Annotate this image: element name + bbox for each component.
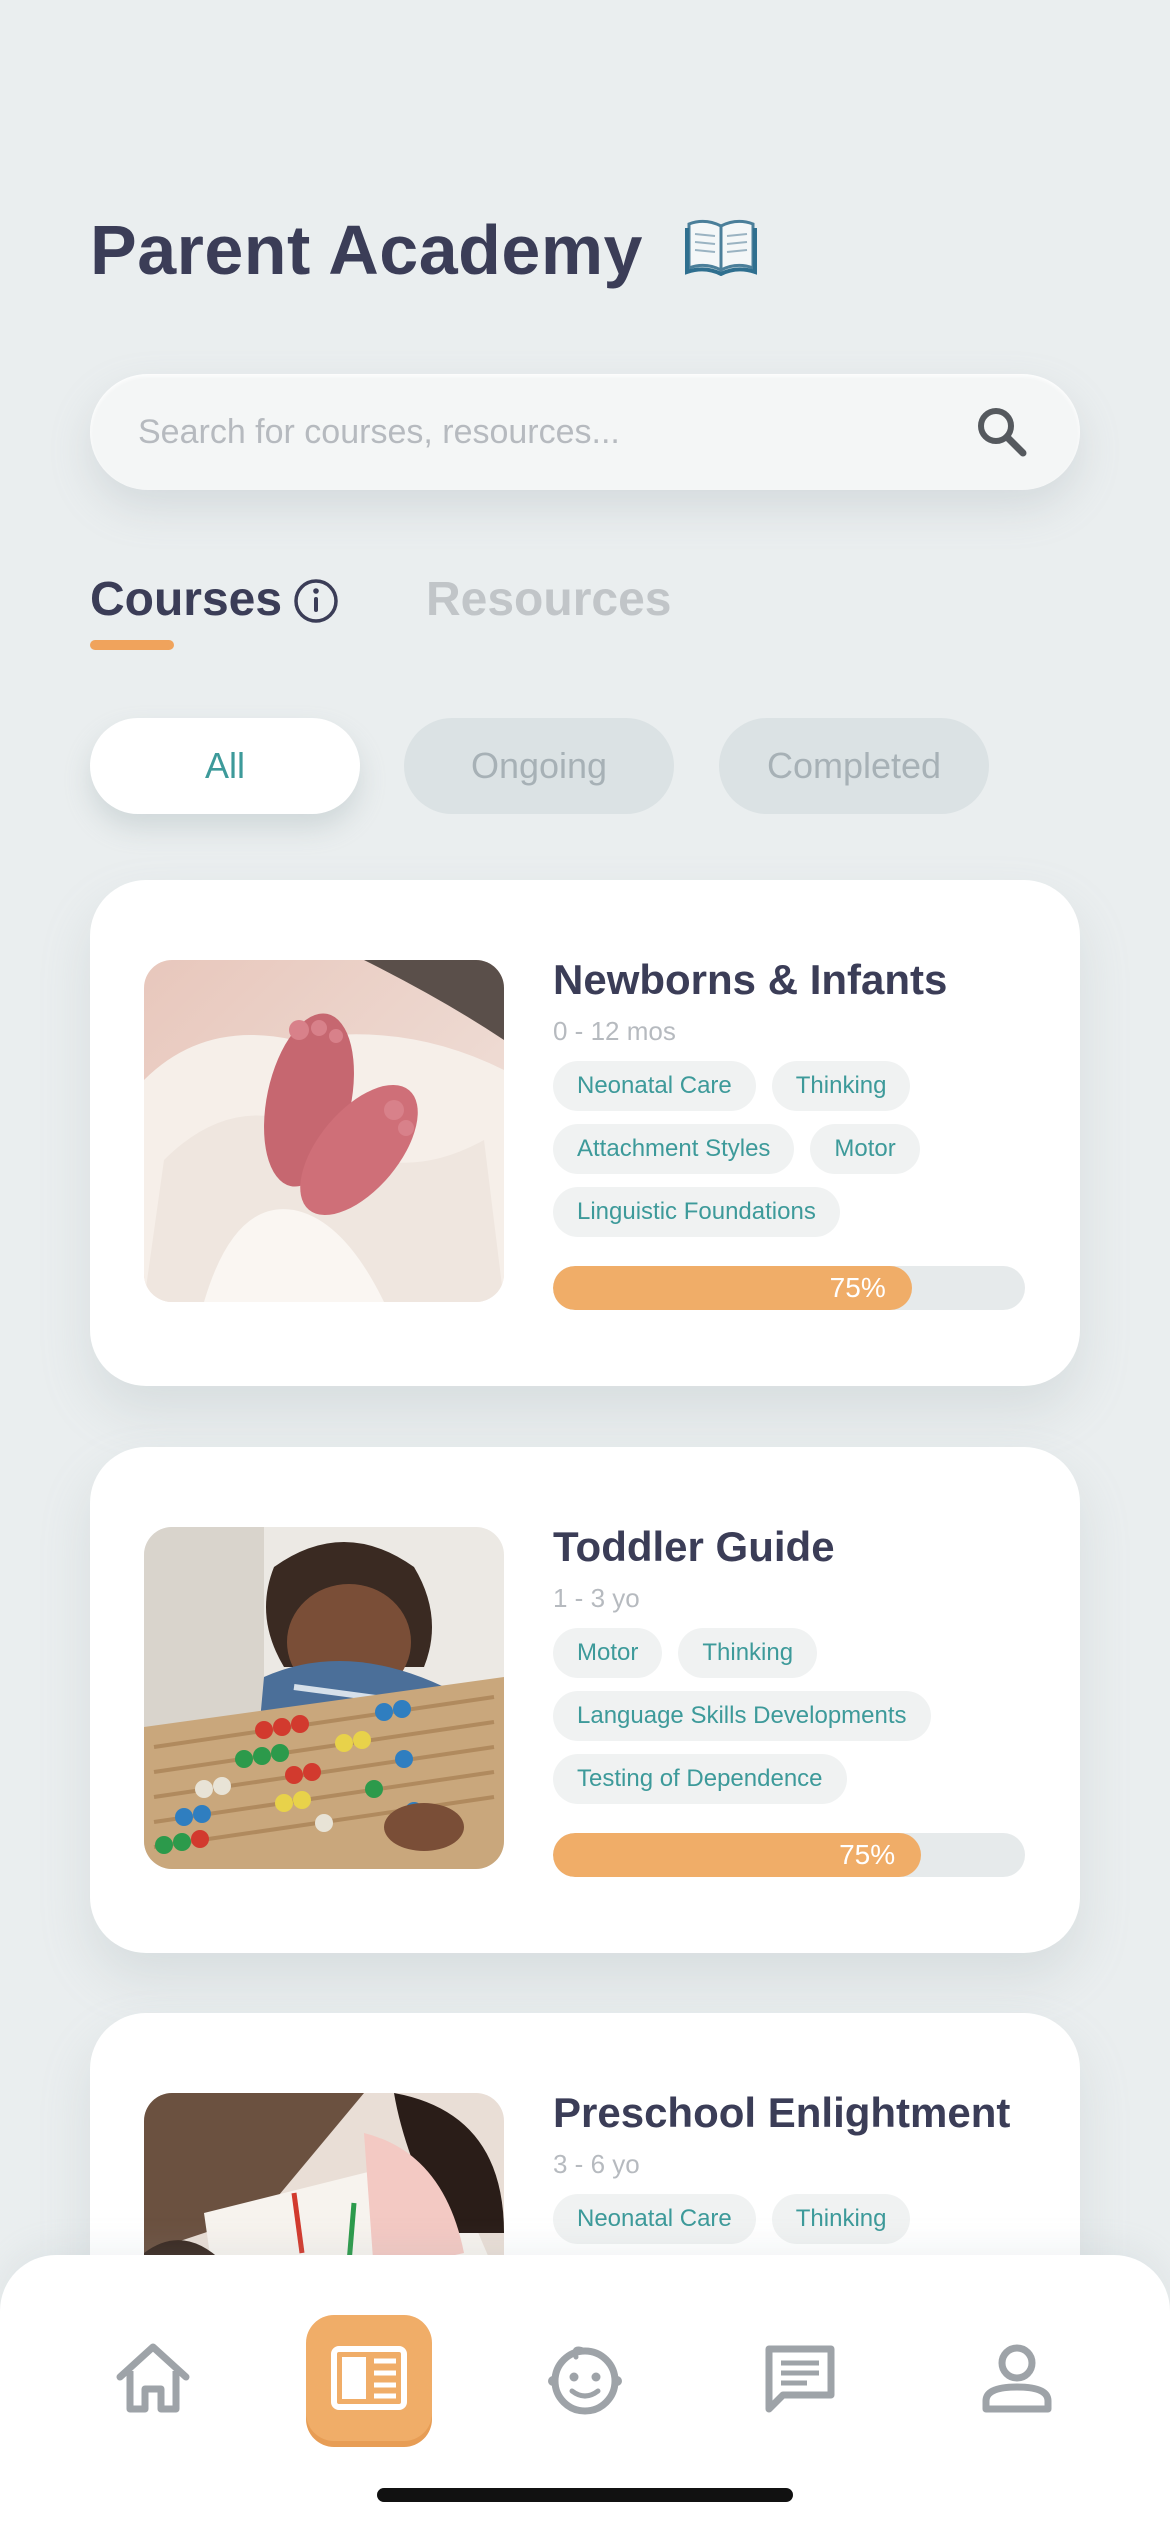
course-tag[interactable]: Thinking [678, 1628, 818, 1678]
course-tag[interactable]: Linguistic Foundations [553, 1187, 840, 1237]
open-book-emoji [685, 219, 757, 276]
filter-all[interactable]: All [90, 718, 360, 814]
tag-row: Linguistic Foundations [553, 1187, 840, 1237]
course-age-range: 1 - 3 yo [553, 1583, 640, 1613]
course-tag[interactable]: Motor [553, 1628, 663, 1678]
active-tab-indicator [90, 640, 174, 650]
course-card-newborns[interactable]: Newborns & Infants 0 - 12 mos Neonatal C… [90, 880, 1080, 1386]
course-title: Newborns & Infants [553, 956, 948, 1003]
nav-child[interactable] [522, 2315, 648, 2441]
nav-messages[interactable] [737, 2315, 863, 2441]
home-icon [116, 2343, 190, 2413]
nav-profile[interactable] [954, 2315, 1080, 2441]
tag-row: Language Skills Developments [553, 1691, 931, 1741]
course-tag[interactable]: Thinking [771, 2194, 911, 2244]
tag-row: Neonatal Care Thinking [553, 1061, 911, 1111]
course-tag[interactable]: Neonatal Care [553, 1061, 756, 1111]
course-age-range: 0 - 12 mos [553, 1016, 676, 1046]
tag-row: Motor Thinking [553, 1628, 818, 1678]
child-face-icon [548, 2346, 622, 2415]
search-input[interactable] [138, 412, 972, 452]
filter-ongoing[interactable]: Ongoing [404, 718, 674, 814]
chat-icon [765, 2345, 835, 2413]
progress-label: 75% [829, 1272, 886, 1303]
nav-courses[interactable] [306, 2315, 432, 2441]
tag-row: Attachment Styles Motor [553, 1124, 920, 1174]
courses-icon [331, 2346, 407, 2410]
progress-fill: 75% [553, 1266, 912, 1310]
course-tag[interactable]: Testing of Dependence [553, 1754, 847, 1804]
course-tag[interactable]: Motor [810, 1124, 920, 1174]
toddler-abacus-photo [144, 1527, 504, 1869]
progress-fill: 75% [553, 1833, 922, 1877]
course-tag[interactable]: Attachment Styles [553, 1124, 795, 1174]
course-card-toddler[interactable]: Toddler Guide 1 - 3 yo Motor Thinking La… [90, 1447, 1080, 1953]
info-icon[interactable] [293, 578, 339, 624]
page-title: Parent Academy [90, 211, 643, 289]
search-bar[interactable] [90, 374, 1080, 490]
home-indicator [377, 2488, 793, 2502]
progress-bar: 75% [553, 1266, 1025, 1310]
progress-bar: 75% [553, 1833, 1025, 1877]
tab-resources[interactable]: Resources [426, 572, 671, 627]
course-title: Preschool Enlightment [553, 2089, 1011, 2136]
search-icon[interactable] [972, 402, 1032, 462]
nav-home[interactable] [90, 2315, 216, 2441]
tag-row: Neonatal Care Thinking [553, 2194, 911, 2244]
tab-courses[interactable]: Courses [90, 572, 282, 627]
course-tag[interactable]: Language Skills Developments [553, 1691, 931, 1741]
course-tag[interactable]: Neonatal Care [553, 2194, 756, 2244]
course-tag[interactable]: Thinking [771, 1061, 911, 1111]
course-age-range: 3 - 6 yo [553, 2149, 640, 2179]
course-title: Toddler Guide [553, 1523, 835, 1570]
tag-row: Testing of Dependence [553, 1754, 847, 1804]
profile-icon [982, 2344, 1052, 2413]
newborn-feet-photo [144, 960, 504, 1302]
progress-label: 75% [839, 1839, 896, 1870]
filter-completed[interactable]: Completed [719, 718, 989, 814]
